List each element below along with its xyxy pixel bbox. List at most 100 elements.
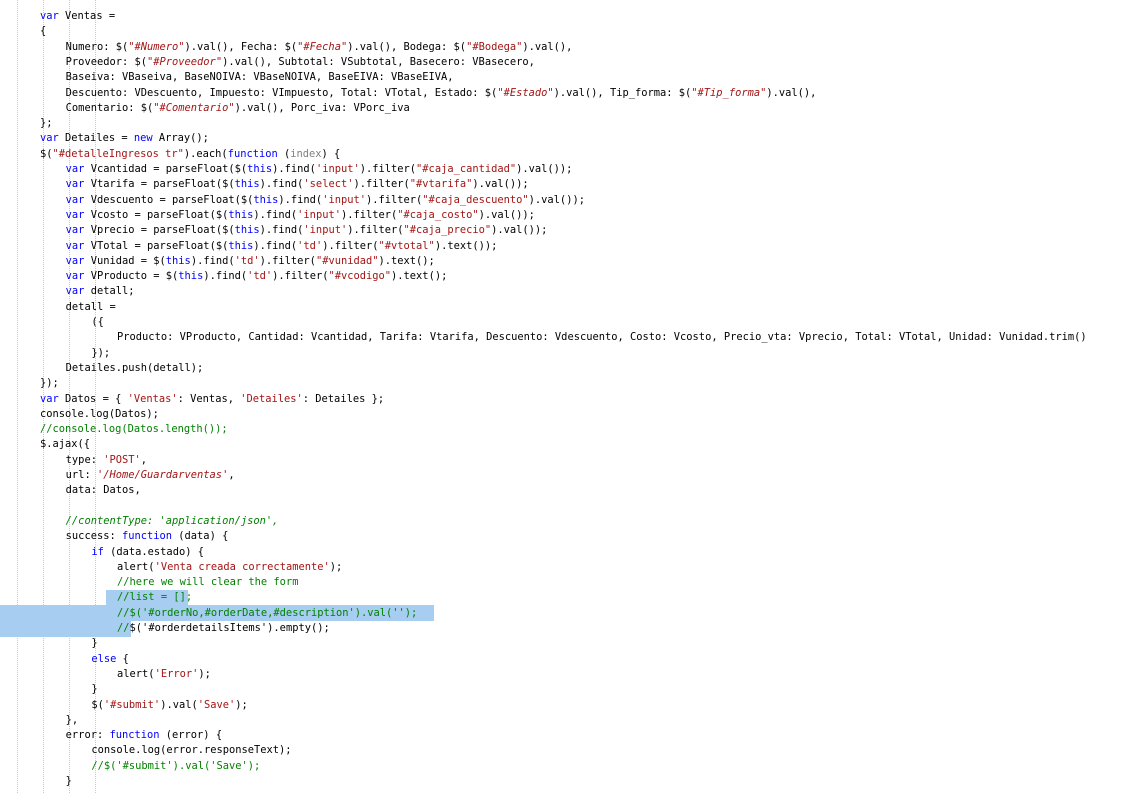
code-token: }, [65,713,79,726]
code-line[interactable]: var detall; [66,284,135,299]
code-line[interactable]: var Vdescuento = parseFloat($(this).find… [66,193,585,208]
code-token: { [40,25,47,38]
code-token: ).val()); [478,208,535,221]
code-token: this [165,254,191,267]
code-line[interactable]: console.log(Datos); [40,407,159,422]
code-token: var [65,270,85,283]
code-token: ).find( [253,208,298,221]
code-line[interactable]: } [66,774,72,789]
code-token: } [91,683,98,696]
code-token: ).find( [259,224,304,237]
code-token: var [40,392,59,405]
code-token: "#vunidad" [315,254,379,267]
code-token: ).find( [272,163,316,175]
code-line[interactable]: }); [91,346,110,361]
code-token: var [65,163,85,175]
code-token: this [234,178,260,191]
code-token: var [65,178,85,191]
code-token: Array(); [152,132,209,145]
code-editor[interactable]: var Ventas ={ Numero: $("#Numero").val(),… [0,0,1131,793]
code-token: $( [91,698,104,711]
code-token: ).val()); [516,163,573,175]
code-token: '/Home/Guardarventas' [96,469,229,481]
code-line[interactable]: }); [40,376,59,391]
code-line[interactable]: //contentType: 'application/json', [66,514,279,529]
code-line[interactable]: alert('Venta creada correctamente'); [117,560,342,575]
code-token: "#detalleIngresos tr" [52,147,184,160]
code-line[interactable]: var Ventas = [40,9,115,24]
code-token: 'input' [315,163,360,175]
code-line[interactable]: alert('Error'); [117,667,211,682]
code-line[interactable]: }; [40,116,53,131]
code-token: var [65,285,85,298]
code-token: ).val(), Porc_iva: VPorc_iva [234,101,410,114]
code-line[interactable]: else { [91,652,129,667]
code-token: ).val( [160,698,198,711]
code-line[interactable]: console.log(error.responseText); [91,743,291,758]
code-token: "#vtotal" [378,239,435,252]
code-token: }; [40,117,53,130]
code-line[interactable]: var Vcosto = parseFloat($(this).find('in… [66,208,535,223]
code-token: 'Save' [197,698,236,711]
code-line[interactable]: if (data.estado) { [91,545,204,560]
code-line[interactable]: $('#submit').val('Save'); [91,698,247,713]
code-line[interactable]: }, [66,713,79,728]
code-token: ).val(), Bodega: $( [347,40,467,53]
code-line[interactable]: Baseiva: VBaseiva, BaseNOIVA: VBaseNOIVA… [66,70,454,85]
code-token: function [227,147,278,160]
code-token: 'td' [247,270,273,283]
code-token: 'input' [303,224,348,237]
code-token: }); [40,377,59,390]
code-line[interactable]: url: '/Home/Guardarventas', [66,468,235,483]
code-token: var [65,208,85,221]
code-line[interactable]: detall = [66,300,116,315]
code-line[interactable]: data: Datos, [66,483,141,498]
code-line[interactable]: ({ [91,315,104,330]
code-line[interactable]: $("#detalleIngresos tr").each(function (… [40,147,340,162]
code-line[interactable]: Proveedor: $("#Proveedor").val(), Subtot… [66,55,535,70]
code-line[interactable]: var VTotal = parseFloat($(this).find('td… [66,239,498,254]
code-line[interactable]: var VProducto = $(this).find('td').filte… [66,269,448,284]
code-line[interactable]: var Vtarifa = parseFloat($(this).find('s… [66,177,529,192]
code-token: ); [198,667,211,680]
code-token: var [65,239,85,252]
code-line[interactable]: var Vprecio = parseFloat($(this).find('i… [66,223,548,238]
code-line[interactable]: //here we will clear the form [117,575,298,590]
code-line[interactable]: //$('#orderdetailsItems').empty(); [117,621,330,636]
code-token: this [234,224,260,237]
code-line[interactable]: var Vcantidad = parseFloat($(this).find(… [66,162,573,177]
code-line[interactable]: var Vunidad = $(this).find('td').filter(… [66,254,435,269]
code-token: (data.estado) { [103,545,204,558]
code-line[interactable]: //$('#submit').val('Save'); [91,759,260,774]
code-token: '#submit' [103,698,161,711]
code-line[interactable]: { [40,24,46,39]
code-line[interactable]: success: function (data) { [66,529,229,544]
code-line[interactable]: Producto: VProducto, Cantidad: Vcantidad… [117,330,1087,345]
code-token: ).text(); [378,254,435,267]
code-line[interactable]: Detailes.push(detall); [66,361,204,376]
code-token: var [65,193,85,206]
code-token: //$('#orderNo,#orderDate,#description').… [117,606,418,619]
code-token: ).val(), Tip_forma: $( [553,86,692,99]
code-token: } [91,637,98,650]
code-line[interactable]: var Detailes = new Array(); [40,131,209,146]
code-line[interactable]: error: function (error) { [66,728,222,743]
code-token: 'POST' [103,453,141,466]
code-line[interactable]: } [91,682,97,697]
code-token: alert( [117,560,155,573]
code-line[interactable]: } [91,636,97,651]
code-line[interactable]: Comentario: $("#Comentario").val(), Porc… [66,101,410,116]
code-token: "#caja_descuento" [422,193,529,206]
code-token: "#vcodigo" [328,270,392,283]
code-token: , [140,453,148,466]
code-line[interactable]: //$('#orderNo,#orderDate,#description').… [117,606,417,621]
code-line[interactable]: //list = []; [117,590,192,605]
code-token: ).find( [203,270,248,283]
code-line[interactable]: Numero: $("#Numero").val(), Fecha: $("#F… [66,40,573,55]
code-line[interactable]: var Datos = { 'Ventas': Ventas, 'Detaile… [40,392,384,407]
code-line[interactable]: Descuento: VDescuento, Impuesto: VImpues… [66,86,817,101]
code-line[interactable]: $.ajax({ [40,437,90,452]
code-line[interactable]: type: 'POST', [66,453,147,468]
code-token: ).find( [259,178,304,191]
code-line[interactable]: //console.log(Datos.length()); [40,422,228,437]
